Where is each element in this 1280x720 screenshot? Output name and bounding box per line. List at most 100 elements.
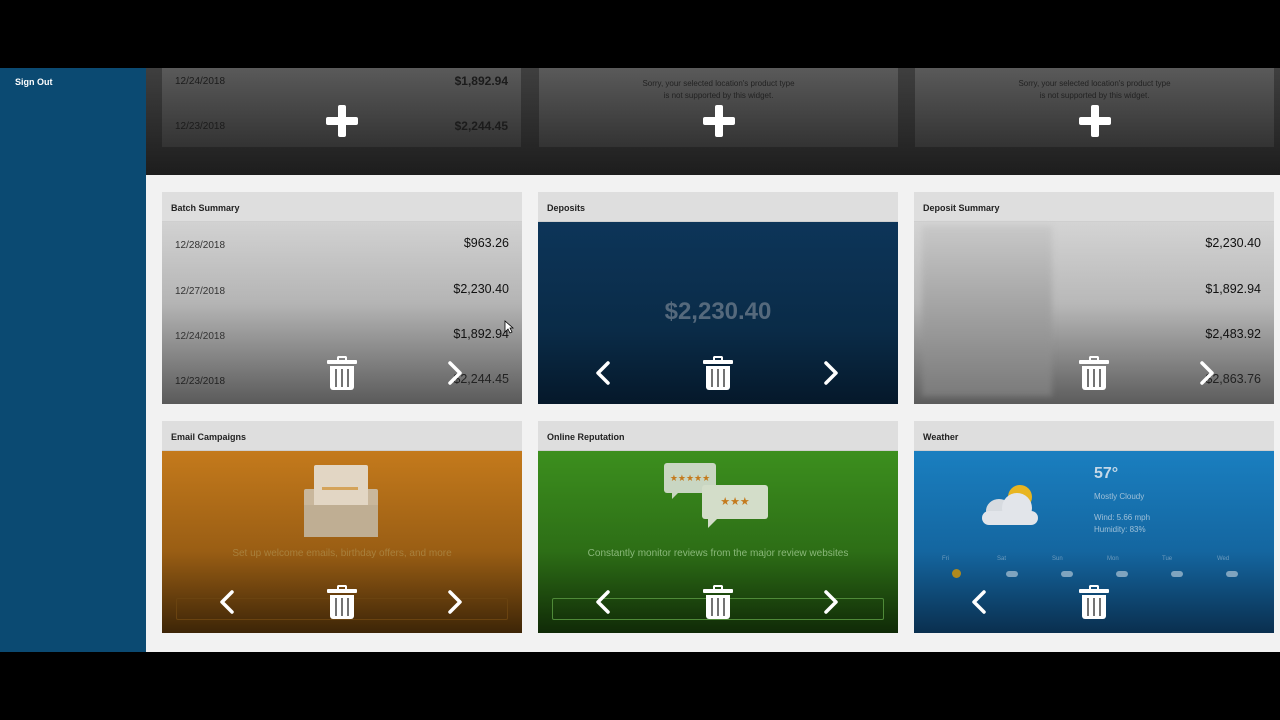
- widget-description: Set up welcome emails, birthday offers, …: [232, 548, 452, 559]
- add-widget-card-unsupported[interactable]: Sorry, your selected location's product …: [915, 68, 1274, 147]
- chevron-left-icon[interactable]: [968, 589, 990, 615]
- widget-body: $2,230.40 $1,892.94 $2,483.92 $2,863.76: [914, 222, 1274, 404]
- speech-bubbles-icon: ★★★★★ ★★★: [664, 463, 772, 537]
- trash-icon[interactable]: [1079, 356, 1109, 390]
- chevron-right-icon[interactable]: [820, 589, 842, 615]
- plus-icon[interactable]: [1078, 105, 1111, 137]
- cloud-icon: [1006, 571, 1018, 577]
- chevron-right-icon[interactable]: [820, 360, 842, 386]
- row-amount: $2,230.40: [1205, 236, 1261, 250]
- row-date: 12/24/2018: [175, 76, 226, 87]
- widget-body: ★★★★★ ★★★ Constantly monitor reviews fro…: [538, 451, 898, 633]
- message-line: Sorry, your selected location's product …: [1018, 79, 1171, 88]
- plus-icon[interactable]: [325, 105, 358, 137]
- humidity: Humidity: 83%: [1094, 525, 1146, 534]
- unsupported-message: Sorry, your selected location's product …: [915, 78, 1274, 102]
- chevron-left-icon[interactable]: [592, 360, 614, 386]
- cloud-icon: [1061, 571, 1073, 577]
- list-item: $2,230.40: [927, 236, 1261, 256]
- chevron-left-icon[interactable]: [592, 589, 614, 615]
- row-amount: $1,892.94: [1205, 282, 1261, 296]
- widget-title: Online Reputation: [547, 432, 625, 442]
- widget-header: Weather: [914, 421, 1274, 451]
- partly-cloudy-icon: [982, 485, 1042, 525]
- widget-title: Email Campaigns: [171, 432, 247, 442]
- mouse-cursor: [504, 320, 515, 334]
- deposits-widget: Deposits $2,230.40: [538, 192, 898, 404]
- deposit-summary-widget: Deposit Summary $2,230.40 $1,892.94 $2,4…: [914, 192, 1274, 404]
- widget-body: 57° Mostly Cloudy Wind: 5.66 mph Humidit…: [914, 451, 1274, 633]
- trash-icon[interactable]: [327, 356, 357, 390]
- forecast-day: Sat: [997, 556, 1007, 562]
- add-widget-panel: 12/24/2018 $1,892.94 12/23/2018 $2,244.4…: [146, 68, 1280, 175]
- list-item: 12/27/2018 $2,230.40: [175, 282, 509, 302]
- row-date: 12/24/2018: [175, 331, 226, 342]
- sign-out-link[interactable]: Sign Out: [15, 77, 53, 87]
- app-frame: Sign Out 12/24/2018 $1,892.94 12/23/2018…: [0, 68, 1280, 652]
- widget-title: Batch Summary: [171, 203, 240, 213]
- row-date: 12/23/2018: [175, 376, 226, 387]
- chevron-right-icon[interactable]: [1196, 360, 1218, 386]
- row-amount: $1,892.94: [454, 74, 508, 88]
- widget-title: Weather: [923, 432, 959, 442]
- add-widget-card-batch[interactable]: 12/24/2018 $1,892.94 12/23/2018 $2,244.4…: [162, 68, 521, 147]
- envelope-icon: [304, 465, 378, 537]
- row-amount: $2,230.40: [453, 282, 509, 296]
- temperature: 57°: [1094, 465, 1119, 482]
- wind: Wind: 5.66 mph: [1094, 513, 1151, 522]
- trash-icon[interactable]: [1079, 585, 1109, 619]
- cloud-icon: [1116, 571, 1128, 577]
- message-line: Sorry, your selected location's product …: [642, 79, 795, 88]
- condition: Mostly Cloudy: [1094, 492, 1145, 501]
- message-line: is not supported by this widget.: [663, 91, 774, 100]
- list-item: $2,483.92: [927, 327, 1261, 347]
- cloud-icon: [1171, 571, 1183, 577]
- row-date: 12/23/2018: [175, 121, 226, 132]
- widget-body: 12/28/2018 $963.26 12/27/2018 $2,230.40 …: [162, 222, 522, 404]
- sun-icon: [952, 569, 961, 578]
- stars-rating: ★★★: [702, 485, 768, 519]
- trash-icon[interactable]: [703, 356, 733, 390]
- forecast-day: Wed: [1217, 556, 1230, 562]
- trash-icon[interactable]: [703, 585, 733, 619]
- message-line: is not supported by this widget.: [1039, 91, 1150, 100]
- row-amount: $2,244.45: [454, 119, 508, 133]
- list-item: 12/28/2018 $963.26: [175, 236, 509, 256]
- cloud-icon: [1226, 571, 1238, 577]
- plus-icon[interactable]: [702, 105, 735, 137]
- chevron-right-icon[interactable]: [444, 360, 466, 386]
- widget-body: $2,230.40: [538, 222, 898, 404]
- forecast-day: Fri: [942, 556, 949, 562]
- widget-header: Online Reputation: [538, 421, 898, 451]
- widget-header: Deposit Summary: [914, 192, 1274, 222]
- widget-description: Constantly monitor reviews from the majo…: [587, 548, 849, 559]
- add-widget-card-unsupported[interactable]: Sorry, your selected location's product …: [539, 68, 898, 147]
- row-amount: $963.26: [463, 236, 509, 250]
- forecast-row: Fri Sat Sun Mon Tue Wed: [942, 556, 1252, 584]
- batch-summary-widget: Batch Summary 12/28/2018 $963.26 12/27/2…: [162, 192, 522, 404]
- list-item: $1,892.94: [927, 282, 1261, 302]
- widget-title: Deposit Summary: [923, 203, 1000, 213]
- forecast-day: Mon: [1107, 556, 1119, 562]
- chevron-left-icon[interactable]: [216, 589, 238, 615]
- unsupported-message: Sorry, your selected location's product …: [539, 78, 898, 102]
- widget-body: Set up welcome emails, birthday offers, …: [162, 451, 522, 633]
- list-item: 12/24/2018 $1,892.94: [175, 74, 508, 90]
- list-item: 12/24/2018 $1,892.94: [175, 327, 509, 347]
- row-date: 12/27/2018: [175, 286, 226, 297]
- email-campaigns-widget: Email Campaigns Set up welcome emails, b…: [162, 421, 522, 633]
- weather-widget: Weather 57° Mostly Cloudy Wind: 5.66 mph…: [914, 421, 1274, 633]
- forecast-day: Sun: [1052, 556, 1063, 562]
- widget-header: Batch Summary: [162, 192, 522, 222]
- widget-header: Email Campaigns: [162, 421, 522, 451]
- sidebar: Sign Out: [0, 68, 146, 652]
- forecast-day: Tue: [1162, 556, 1173, 562]
- chevron-right-icon[interactable]: [444, 589, 466, 615]
- deposit-amount: $2,230.40: [664, 298, 772, 325]
- row-date: 12/28/2018: [175, 240, 226, 251]
- widget-header: Deposits: [538, 192, 898, 222]
- row-amount: $1,892.94: [453, 327, 509, 341]
- row-amount: $2,483.92: [1205, 327, 1261, 341]
- widget-title: Deposits: [547, 203, 586, 213]
- trash-icon[interactable]: [327, 585, 357, 619]
